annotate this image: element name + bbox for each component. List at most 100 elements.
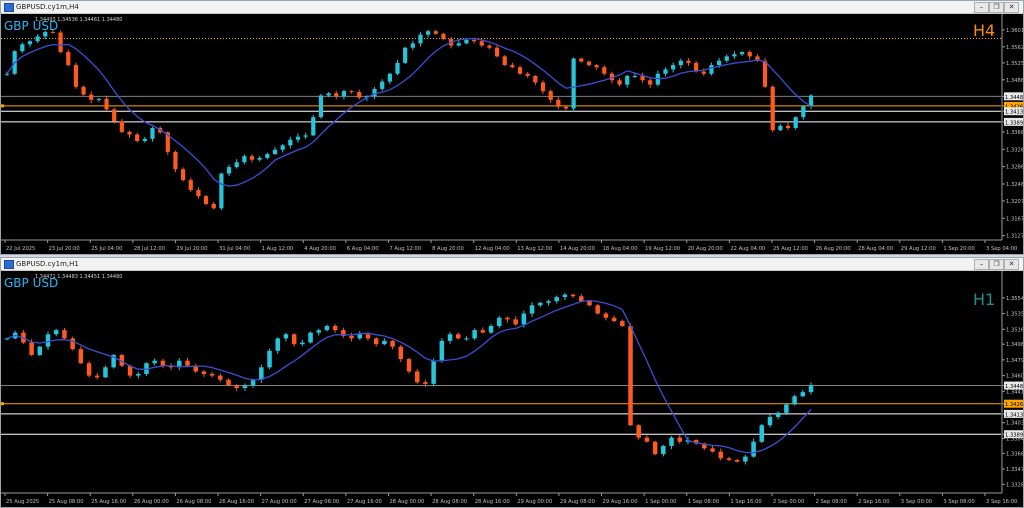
candle-body	[265, 154, 270, 158]
h4-chart-area[interactable]: 1.360101.356201.352501.348601.344801.342…	[1, 14, 1023, 254]
candle-body	[104, 98, 109, 110]
window-titlebar[interactable]: GBPUSD.cy1m,H1 – ❐ ✕	[1, 258, 1023, 271]
x-tick-label: 1 Sep 08:00	[688, 499, 719, 505]
candle-body	[784, 404, 789, 413]
candle-body	[423, 382, 428, 384]
candle-body	[751, 441, 756, 457]
candle-body	[73, 65, 79, 87]
h4-candlestick-chart[interactable]: 1.360101.356201.352501.348601.344801.342…	[1, 14, 1023, 254]
h1-candlestick-chart[interactable]: 1.35540 1.35350 1.35160 1.34980 1.34790 1.346…	[1, 271, 1023, 507]
candle-body	[505, 317, 510, 320]
candle-body	[441, 33, 446, 40]
x-tick-label: 4 Aug 20:00	[304, 246, 336, 252]
y-tick-label: 1.33660	[1006, 130, 1023, 136]
close-button[interactable]: ✕	[1004, 259, 1019, 270]
candle-body	[494, 47, 500, 57]
candle-body	[648, 80, 653, 85]
moving-average-line	[6, 299, 812, 454]
candle-body	[471, 39, 477, 42]
y-tick-label: 1.33285	[1006, 482, 1023, 488]
x-tick-label: 29 Aug 16:00	[603, 499, 638, 505]
candle-body	[775, 412, 781, 417]
x-tick-label: 3 Sep 04:00	[986, 246, 1017, 252]
candle-body	[456, 43, 461, 46]
candle-body	[439, 340, 445, 361]
candle-body	[226, 379, 231, 386]
candle-body	[35, 36, 40, 42]
x-tick-label: 2 Sep 16:00	[858, 499, 889, 505]
candle-body	[152, 360, 157, 364]
close-button[interactable]: ✕	[1004, 2, 1019, 13]
candle-body	[390, 340, 395, 347]
h4-chart-window[interactable]: GBPUSD.cy1m,H4 – ❐ ✕ 1.36010 1.35620 1.352…	[0, 0, 1024, 255]
x-tick-label: 28 Aug 16:00	[475, 499, 510, 505]
x-tick-label: 2 Sep 00:00	[773, 499, 804, 505]
candle-body	[431, 360, 436, 384]
restore-button[interactable]: ❐	[989, 2, 1004, 13]
candle-body	[644, 437, 650, 442]
x-tick-label: 22 Aug 04:00	[730, 246, 765, 252]
candle-body	[173, 151, 178, 170]
candle-body	[288, 139, 293, 146]
y-tick-label: 1.34600	[1006, 374, 1023, 380]
candle-body	[380, 81, 385, 89]
y-tick-label: 1.32070	[1006, 199, 1023, 205]
candle-body	[226, 167, 232, 174]
y-tick-label: 1.35250	[1006, 61, 1023, 67]
y-tick-label: 1.33660	[1006, 451, 1023, 457]
minimize-button[interactable]: –	[974, 259, 989, 270]
candle-body	[300, 342, 305, 345]
x-tick-label: 22 Jul 2025	[6, 246, 35, 252]
y-tick-label: 1.33470	[1006, 467, 1023, 473]
candle-body	[242, 156, 247, 163]
x-tick-label: 25 Jul 04:00	[91, 246, 122, 252]
candle-body	[480, 330, 486, 333]
x-tick-label: 25 Aug 2025	[6, 499, 39, 505]
timeframe-label: H1	[973, 290, 995, 309]
candle-body	[632, 75, 637, 77]
candle-body	[311, 117, 316, 136]
x-tick-label: 27 Aug 00:00	[262, 499, 297, 505]
x-tick-label: 29 Aug 08:00	[560, 499, 595, 505]
candle-body	[196, 190, 201, 197]
x-tick-label: 23 Jul 20:00	[49, 246, 80, 252]
x-tick-label: 28 Aug 08:00	[432, 499, 467, 505]
candle-body	[594, 65, 599, 68]
restore-button[interactable]: ❐	[989, 259, 1004, 270]
candle-body	[203, 196, 209, 204]
candle-body	[398, 346, 404, 360]
candle-body	[801, 106, 806, 118]
y-tick-label: 1.35160	[1006, 327, 1023, 333]
h1-chart-window[interactable]: GBPUSD.cy1m,H1 – ❐ ✕ 1.35540 1.35350 1.351…	[0, 257, 1024, 508]
candle-body	[743, 456, 748, 462]
x-tick-label: 28 Jul 12:00	[134, 246, 165, 252]
y-tick-label: 1.34860	[1006, 78, 1023, 84]
candle-body	[324, 325, 330, 331]
y-tick-label: 1.33840	[1006, 436, 1023, 442]
y-tick-label: 1.34980	[1006, 342, 1023, 348]
candle-body	[759, 425, 765, 442]
h1-chart-area[interactable]: 1.35540 1.35350 1.35160 1.34980 1.34790 1.346…	[1, 271, 1023, 507]
candle-body	[426, 31, 431, 35]
minimize-button[interactable]: –	[974, 2, 989, 13]
y-tick-label: 1.33891	[1005, 120, 1023, 126]
x-tick-label: 28 Aug 00:00	[389, 499, 424, 505]
candle-body	[160, 360, 166, 366]
candle-body	[464, 39, 469, 44]
candle-body	[513, 319, 518, 325]
candle-body	[29, 342, 34, 355]
candle-body	[250, 379, 256, 386]
candle-body	[455, 334, 461, 339]
candle-body	[602, 67, 607, 74]
candle-body	[349, 335, 354, 339]
candle-body	[135, 134, 140, 142]
window-title: GBPUSD.cy1m,H1	[16, 260, 79, 268]
candle-body	[554, 297, 559, 302]
candle-body	[332, 325, 338, 331]
window-titlebar[interactable]: GBPUSD.cy1m,H4 – ❐ ✕	[1, 1, 1023, 14]
candle-body	[496, 317, 502, 326]
candle-body	[257, 157, 262, 160]
candle-body	[517, 67, 523, 74]
candle-body	[433, 31, 438, 34]
candle-body	[488, 325, 494, 333]
